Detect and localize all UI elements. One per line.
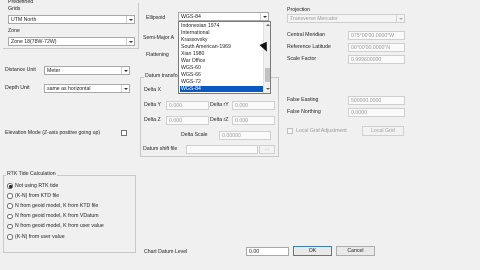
chevron-down-icon <box>121 67 129 74</box>
false-northing-label: False Northing <box>287 109 321 115</box>
chart-datum-field[interactable]: 0.00 <box>246 247 289 256</box>
grids-select[interactable]: UTM North <box>8 15 135 24</box>
rtk-option-label[interactable]: (K-N) from KTD file <box>15 193 59 199</box>
rtk-option-radio[interactable] <box>7 223 13 230</box>
false-easting-field[interactable]: 500000.0000 <box>348 96 405 105</box>
ellipsoid-option[interactable]: South American-1969 <box>180 44 263 50</box>
rtk-option-label[interactable]: N from geoid model, K from KTD file <box>15 203 98 209</box>
distance-unit-select[interactable]: Meter <box>44 66 130 75</box>
datum-shift-browse-button[interactable]: ... <box>259 145 275 154</box>
local-grid-button[interactable]: Local Grid <box>362 126 404 136</box>
elevation-mode-checkbox[interactable] <box>121 130 127 136</box>
reference-latitude-field[interactable]: 00°00'00.0000"N <box>348 43 405 52</box>
scale-factor-field[interactable]: 0.999600000 <box>348 55 405 64</box>
central-meridian-field[interactable]: 075°00'00.0000"W <box>348 31 405 40</box>
delta-scale-field[interactable]: 0.00000 <box>219 131 271 140</box>
chart-datum-label: Chart Datum Level <box>144 249 188 255</box>
ellipsoid-value: WGS-84 <box>181 13 201 20</box>
delta-x-label: Delta X <box>144 87 162 93</box>
ellipsoid-dropdown-list[interactable]: Indonesian 1974 International Krassovsky So… <box>178 21 271 94</box>
datum-title: Datum transfo <box>144 73 179 80</box>
datum-shift-file-field[interactable] <box>186 145 258 154</box>
rtk-option-label[interactable]: (K-N) from user value <box>15 234 65 240</box>
cancel-button[interactable]: Cancel <box>336 246 375 256</box>
ellipsoid-option[interactable]: Xian 1980 <box>180 51 263 57</box>
false-easting-label: False Easting <box>287 97 319 103</box>
projection-value: Transverse Mercator <box>290 15 338 22</box>
rtk-option-label[interactable]: N from geoid model, K from user value <box>15 224 104 229</box>
ellipsoid-option[interactable]: Krassovsky <box>180 37 263 43</box>
projection-label: Projection <box>287 7 311 13</box>
delta-scale-label: Delta Scale <box>181 132 208 138</box>
ok-button[interactable]: OK <box>293 246 332 256</box>
delta-y-field[interactable]: 0.000 <box>166 101 209 110</box>
false-northing-field[interactable]: 0.0000 <box>348 108 405 117</box>
reference-latitude-label: Reference Latitude <box>287 44 331 50</box>
delta-ry-label: Delta rY <box>210 102 229 108</box>
rtk-option-radio[interactable] <box>7 213 13 220</box>
chevron-down-icon <box>126 16 134 23</box>
rtk-option-radio[interactable] <box>7 203 13 209</box>
elevation-mode-label: Elevation Mode (Z-axis positive going up… <box>5 130 101 136</box>
chevron-down-icon <box>126 38 134 45</box>
rtk-title: RTK Tide Calculation <box>6 171 57 178</box>
ellipsoid-label: Ellipsoid <box>146 15 166 21</box>
ellipsoid-option[interactable]: International <box>180 30 263 36</box>
grids-label: Grids <box>8 6 21 12</box>
central-meridian-label: Central Meridian <box>287 32 326 38</box>
zone-select[interactable]: Zone 18(78W-72W) <box>8 37 135 46</box>
delta-rz-field[interactable]: 0.000 <box>232 116 275 125</box>
ellipsoid-option[interactable]: Indonesian 1974 <box>180 23 263 29</box>
delta-z-label: Delta Z <box>144 117 161 123</box>
rtk-option-label[interactable]: Not using RTK tide <box>15 183 58 189</box>
delta-rz-label: Delta rZ <box>210 117 229 123</box>
distance-unit-label: Distance Unit <box>5 67 36 73</box>
scale-factor-label: Scale Factor <box>287 56 317 62</box>
distance-unit-value: Meter <box>47 67 61 74</box>
delta-ry-field[interactable]: 0.000 <box>232 101 275 110</box>
dropdown-scrollbar[interactable] <box>263 22 270 93</box>
ellipsoid-option[interactable]: WGS-66 <box>180 72 263 78</box>
predefined-title: Predefined <box>8 0 34 5</box>
ellipsoid-option[interactable]: WGS-84 <box>180 86 263 92</box>
projection-select[interactable]: Transverse Mercator <box>287 14 405 23</box>
flattening-label: Flattening <box>146 52 169 58</box>
chevron-down-icon <box>396 15 404 22</box>
semi-major-label: Semi-Major A <box>143 35 175 41</box>
local-grid-adjustment-label: Local Grid Adjustment <box>296 128 347 134</box>
rtk-option-radio[interactable] <box>7 183 13 189</box>
ellipsoid-option[interactable]: WGS-72 <box>180 79 263 85</box>
ellipsoid-option[interactable]: WGS-60 <box>180 65 263 71</box>
rtk-option-radio[interactable] <box>7 234 13 240</box>
ellipsoid-option[interactable]: War Office <box>180 58 263 64</box>
rtk-option-radio[interactable] <box>7 193 13 199</box>
chevron-down-icon <box>121 85 129 92</box>
ellipsoid-select[interactable]: WGS-84 <box>178 12 269 21</box>
local-grid-adjustment-checkbox[interactable] <box>287 128 293 134</box>
depth-unit-label: Depth Unit <box>5 85 30 91</box>
delta-y-label: Delta Y <box>144 102 161 108</box>
depth-unit-value: same as horizontal <box>47 85 91 92</box>
grids-value: UTM North <box>11 16 37 23</box>
depth-unit-select[interactable]: same as horizontal <box>44 84 130 93</box>
scroll-down-icon[interactable] <box>265 88 270 90</box>
chevron-down-icon <box>260 13 268 20</box>
zone-value: Zone 18(78W-72W) <box>11 38 57 45</box>
scroll-up-icon[interactable] <box>265 24 270 26</box>
rtk-option-label[interactable]: N from geoid model, K from VDatum <box>15 213 99 219</box>
zone-label: Zone <box>8 28 20 34</box>
delta-z-field[interactable]: 0.000 <box>166 116 209 125</box>
scroll-thumb[interactable] <box>265 68 270 82</box>
datum-shift-file-label: Datum shift file <box>143 146 178 152</box>
